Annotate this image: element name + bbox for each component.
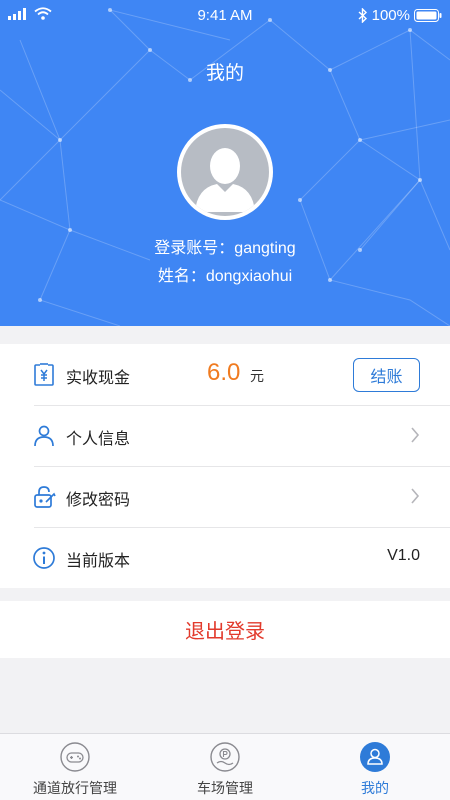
name-line: 姓名：dongxiaohui: [157, 268, 293, 285]
tab-mine[interactable]: 我的: [300, 734, 450, 800]
avatar[interactable]: [177, 124, 273, 220]
user-icon: [360, 742, 390, 772]
profile-header: 9:41 AM 100% 我的 登录账号：gangting 姓名：dongxia…: [0, 0, 450, 326]
info-icon: [33, 547, 55, 569]
status-bar: 9:41 AM 100%: [0, 0, 450, 30]
cash-icon: [34, 363, 54, 386]
avatar-placeholder: [181, 128, 269, 216]
tab-bar: 通道放行管理 车场管理 我的: [0, 733, 450, 800]
settings-list: 实收现金 6.0 元 结账 个人信息 修改密码 当前版本 V1.0: [0, 344, 450, 588]
tab-label-mine: 我的: [361, 780, 389, 796]
cash-unit: 元: [250, 368, 264, 384]
cash-label: 实收现金: [66, 370, 131, 387]
parking-icon: [210, 742, 240, 772]
personal-info-row[interactable]: 个人信息: [0, 405, 450, 466]
lock-icon: [34, 486, 56, 508]
change-password-label: 修改密码: [66, 492, 131, 509]
page-title: 我的: [205, 63, 244, 84]
tab-gate-release[interactable]: 通道放行管理: [0, 734, 150, 800]
tab-parking-management[interactable]: 车场管理: [150, 734, 300, 800]
tab-label-parking: 车场管理: [197, 780, 253, 796]
tab-label-gate-release: 通道放行管理: [33, 780, 117, 796]
user-silhouette-icon: [195, 148, 255, 212]
chevron-right-icon: [411, 488, 420, 504]
person-icon: [34, 425, 54, 447]
chevron-right-icon: [411, 427, 420, 443]
battery-percent: 100%: [371, 7, 410, 24]
change-password-row[interactable]: 修改密码: [0, 466, 450, 527]
gamepad-icon: [60, 742, 90, 772]
personal-info-label: 个人信息: [66, 431, 131, 448]
logout-button[interactable]: 退出登录: [0, 601, 450, 658]
cash-amount: 6.0: [207, 359, 241, 386]
version-label: 当前版本: [66, 553, 131, 570]
bluetooth-icon: [358, 8, 367, 23]
battery-icon: [414, 9, 442, 22]
version-value: V1.0: [387, 547, 420, 564]
status-right: 100%: [358, 7, 442, 24]
version-row: 当前版本 V1.0: [0, 527, 450, 588]
cash-row: 实收现金 6.0 元 结账: [0, 344, 450, 405]
settle-button[interactable]: 结账: [353, 358, 420, 392]
account-line: 登录账号：gangting: [154, 240, 296, 257]
